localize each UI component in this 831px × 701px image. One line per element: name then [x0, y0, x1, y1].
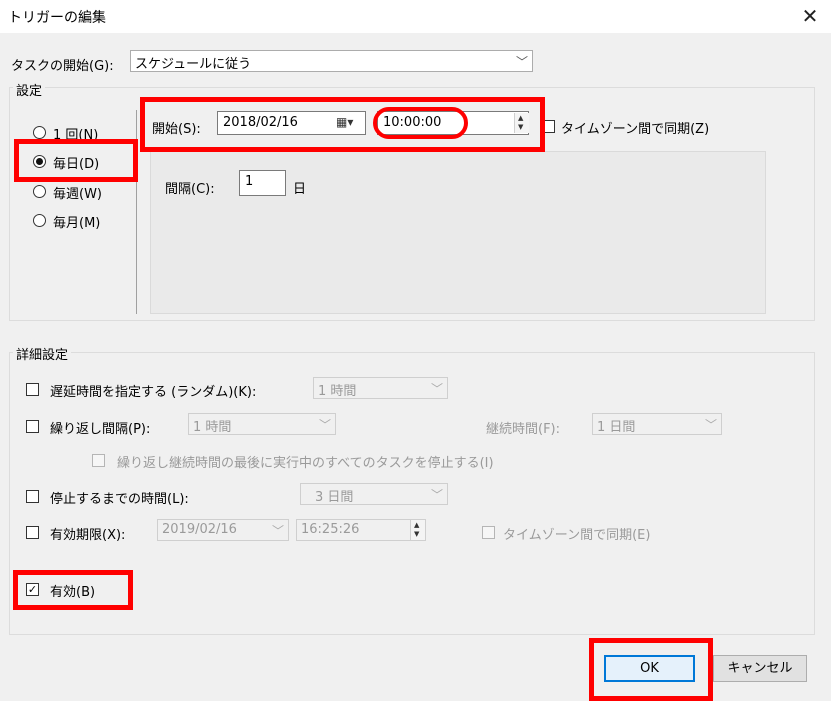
interval-input[interactable]: 1 — [239, 170, 286, 196]
stop-after-value: 3 日間 — [315, 490, 354, 505]
chevron-down-icon: ﹀ — [271, 524, 284, 538]
expire-sync-checkbox[interactable] — [482, 526, 495, 539]
task-start-value: スケジュールに従う — [135, 57, 252, 72]
expire-time-input[interactable]: 16:25:26 — [296, 519, 426, 541]
sync-timezone-label: タイムゾーン間で同期(Z) — [561, 122, 710, 137]
chevron-down-icon: ﹀ — [318, 418, 331, 432]
radio-monthly-label: 毎月(M) — [53, 216, 101, 231]
repeat-checkbox[interactable] — [26, 420, 39, 433]
delay-checkbox[interactable] — [26, 383, 39, 396]
enabled-checkbox[interactable]: ✓ — [26, 583, 39, 596]
radio-button[interactable] — [33, 185, 46, 198]
calendar-icon[interactable]: ▦▾ — [336, 115, 353, 129]
chevron-down-icon: ﹀ — [430, 488, 443, 502]
expire-time-value: 16:25:26 — [301, 522, 360, 537]
ok-button[interactable]: OK — [604, 655, 695, 682]
expire-date-value: 2019/02/16 — [162, 522, 237, 537]
repeat-select[interactable]: 1 時間 ﹀ — [188, 413, 336, 435]
delay-label: 遅延時間を指定する (ランダム)(K): — [50, 385, 257, 400]
stop-after-checkbox[interactable] — [26, 490, 39, 503]
chevron-down-icon: ﹀ — [515, 55, 528, 69]
stop-all-checkbox[interactable] — [92, 454, 105, 467]
expire-date-picker[interactable]: 2019/02/16 ﹀ — [157, 519, 289, 541]
start-date-value: 2018/02/16 — [223, 115, 298, 130]
radio-weekly-label: 毎週(W) — [53, 187, 102, 202]
advanced-group-title: 詳細設定 — [13, 344, 72, 363]
task-start-label: タスクの開始(G): — [11, 59, 114, 74]
chevron-down-icon: ﹀ — [430, 382, 443, 396]
stop-after-select[interactable]: 3 日間 ﹀ — [300, 483, 448, 505]
start-label: 開始(S): — [152, 122, 201, 137]
time-spinner-icon[interactable] — [514, 113, 529, 133]
interval-label: 間隔(C): — [165, 182, 215, 197]
chevron-down-icon: ﹀ — [704, 418, 717, 432]
enabled-label: 有効(B) — [50, 585, 96, 600]
duration-value: 1 日間 — [597, 420, 636, 435]
delay-select[interactable]: 1 時間 ﹀ — [313, 377, 448, 399]
stop-all-label: 繰り返し継続時間の最後に実行中のすべてのタスクを停止する(I) — [117, 456, 494, 471]
task-start-select[interactable]: スケジュールに従う ﹀ — [130, 50, 533, 72]
radio-once-label: 1 回(N) — [53, 128, 99, 143]
settings-group-title: 設定 — [13, 80, 46, 99]
duration-label: 継続時間(F): — [486, 422, 561, 437]
expire-sync-label: タイムゾーン間で同期(E) — [503, 528, 651, 543]
title-bar — [0, 0, 831, 33]
start-time-value: 10:00:00 — [383, 115, 442, 130]
cancel-button[interactable]: キャンセル — [713, 655, 807, 682]
start-date-picker[interactable]: 2018/02/16 ▦▾ — [217, 111, 366, 135]
radio-button[interactable] — [33, 155, 46, 168]
expire-checkbox[interactable] — [26, 526, 39, 539]
interval-unit: 日 — [293, 182, 307, 197]
sync-timezone-checkbox[interactable] — [542, 120, 555, 133]
dialog-title: トリガーの編集 — [8, 10, 106, 26]
expire-label: 有効期限(X): — [50, 528, 126, 543]
time-spinner-icon[interactable] — [410, 520, 425, 540]
repeat-label: 繰り返し間隔(P): — [50, 422, 151, 437]
close-icon[interactable]: ✕ — [797, 3, 823, 29]
duration-select[interactable]: 1 日間 ﹀ — [592, 413, 722, 435]
radio-button[interactable] — [33, 126, 46, 139]
radio-daily-label: 毎日(D) — [53, 157, 100, 172]
repeat-value: 1 時間 — [193, 420, 232, 435]
delay-value: 1 時間 — [318, 384, 357, 399]
radio-button[interactable] — [33, 214, 46, 227]
interval-value: 1 — [245, 174, 254, 189]
start-time-input[interactable]: 10:00:00 — [377, 111, 529, 135]
stop-after-label: 停止するまでの時間(L): — [50, 492, 189, 507]
settings-divider — [136, 110, 137, 314]
